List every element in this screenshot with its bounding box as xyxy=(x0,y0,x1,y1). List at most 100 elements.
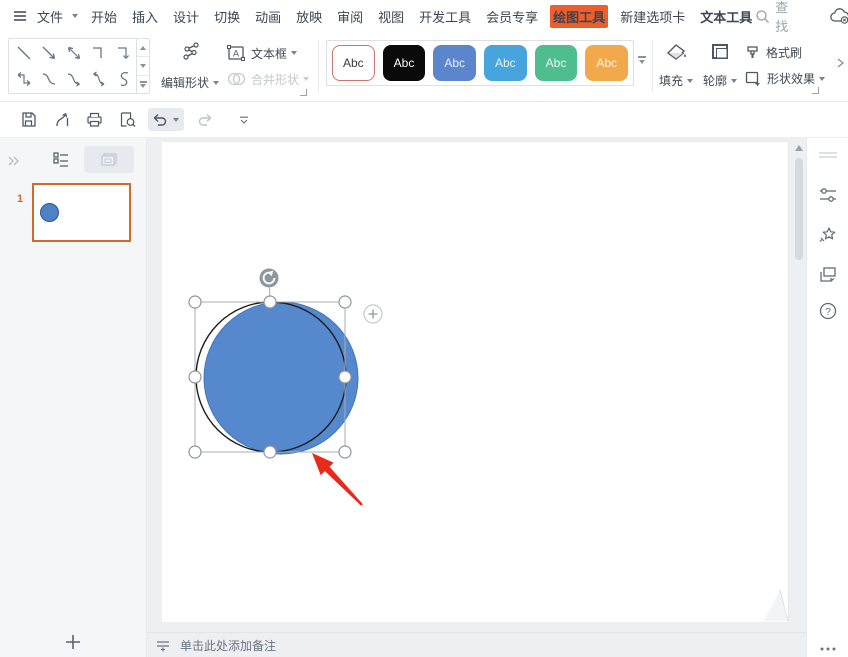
resize-handle-w[interactable] xyxy=(189,371,201,383)
file-menu[interactable]: 文件 xyxy=(34,5,66,28)
customize-toolbar-icon[interactable] xyxy=(232,108,256,132)
divider xyxy=(318,40,319,92)
search-icon xyxy=(755,9,770,24)
resize-handle-ne[interactable] xyxy=(339,296,351,308)
shape-diagonal-double-arrow-icon[interactable] xyxy=(61,40,86,66)
shape-style-preset-3[interactable]: Abc xyxy=(433,45,476,81)
shape-diagonal-line-icon[interactable] xyxy=(11,40,36,66)
add-slide-button[interactable] xyxy=(0,633,146,651)
hamburger-menu-icon[interactable] xyxy=(12,8,28,24)
outline-view-icon[interactable] xyxy=(50,149,72,176)
resize-handle-se[interactable] xyxy=(339,446,351,458)
slide-thumbnails-view-button[interactable] xyxy=(84,146,134,173)
save-icon[interactable] xyxy=(16,108,40,132)
dialog-launcher-icon[interactable] xyxy=(812,87,819,94)
outline-icon xyxy=(708,40,732,64)
shape-freeform-s-curve-icon[interactable] xyxy=(111,66,136,92)
tab-animation[interactable]: 动画 xyxy=(252,5,284,28)
format-painter-label: 格式刷 xyxy=(766,44,802,61)
gallery-scroll-up-icon[interactable] xyxy=(137,39,149,57)
shape-diagonal-arrow-icon[interactable] xyxy=(36,40,61,66)
fill-button[interactable]: 填充 xyxy=(654,40,698,89)
resize-handle-s[interactable] xyxy=(264,446,276,458)
shape-effects-button[interactable]: 形状效果 xyxy=(744,70,825,87)
sidebar-more-icon[interactable] xyxy=(807,646,848,652)
smart-beautify-icon[interactable] xyxy=(818,225,838,250)
export-icon[interactable] xyxy=(49,108,73,132)
slide-thumbnail-1[interactable] xyxy=(32,183,131,242)
search-control[interactable]: 查找 xyxy=(755,0,788,35)
scroll-up-icon[interactable] xyxy=(795,145,803,151)
tab-home[interactable]: 开始 xyxy=(88,5,120,28)
object-properties-icon[interactable] xyxy=(818,185,838,210)
resize-handle-sw[interactable] xyxy=(189,446,201,458)
edit-shape-icon xyxy=(178,40,202,64)
search-label: 查找 xyxy=(775,0,788,35)
text-box-label: 文本框 xyxy=(251,45,287,62)
edit-shape-button[interactable]: 编辑形状 xyxy=(160,40,220,91)
expand-panel-icon[interactable] xyxy=(6,154,22,173)
dialog-launcher-icon[interactable] xyxy=(300,89,307,96)
print-preview-icon[interactable] xyxy=(115,108,139,132)
tab-new-tab[interactable]: 新建选项卡 xyxy=(617,5,688,28)
shape-curved-arrow-icon[interactable] xyxy=(61,66,86,92)
tab-transitions[interactable]: 切换 xyxy=(211,5,243,28)
shape-style-preset-2[interactable]: Abc xyxy=(383,45,426,81)
duplicate-icon[interactable] xyxy=(818,265,838,290)
tab-review[interactable]: 审阅 xyxy=(334,5,366,28)
tab-developer[interactable]: 开发工具 xyxy=(416,5,474,28)
tab-design[interactable]: 设计 xyxy=(170,5,202,28)
resize-handle-nw[interactable] xyxy=(189,296,201,308)
tab-membership[interactable]: 会员专享 xyxy=(483,5,541,28)
tab-slideshow[interactable]: 放映 xyxy=(293,5,325,28)
shape-curved-double-arrow-icon[interactable] xyxy=(86,66,111,92)
tab-drawing-tools[interactable]: 绘图工具 xyxy=(550,5,608,28)
rotate-handle[interactable] xyxy=(260,269,279,288)
chevron-down-icon[interactable] xyxy=(72,14,78,18)
vertical-scrollbar-thumb[interactable] xyxy=(795,158,803,260)
plus-icon xyxy=(64,633,82,651)
presentation-app-window: 文件 开始 插入 设计 切换 动画 放映 审阅 视图 开发工具 会员专享 绘图工… xyxy=(0,0,848,657)
resize-handle-e[interactable] xyxy=(339,371,351,383)
shape-elbow-double-arrow-icon[interactable] xyxy=(11,66,36,92)
ribbon-expand-icon[interactable] xyxy=(834,56,846,75)
undo-icon xyxy=(150,110,169,129)
help-icon[interactable]: ? xyxy=(818,301,838,326)
tab-text-tools[interactable]: 文本工具 xyxy=(697,5,755,28)
resize-handle-n[interactable] xyxy=(264,296,276,308)
ribbon-drawing-tools: 编辑形状 A 文本框 合并形状 Abc Abc Abc Abc Abc Abc … xyxy=(0,32,848,102)
drag-handle-icon[interactable] xyxy=(818,146,838,164)
format-painter-icon xyxy=(744,44,761,61)
thumbnail-circle-shape xyxy=(40,203,59,222)
notes-bar[interactable]: 单击此处添加备注 xyxy=(147,632,806,657)
shape-style-preset-4[interactable]: Abc xyxy=(484,45,527,81)
gallery-scroll-down-icon[interactable] xyxy=(137,57,149,75)
fill-icon xyxy=(663,40,689,64)
shape-style-more-icon[interactable] xyxy=(638,56,646,64)
gallery-expand-icon[interactable] xyxy=(137,76,149,93)
tab-view[interactable]: 视图 xyxy=(375,5,407,28)
shape-style-preset-1[interactable]: Abc xyxy=(332,45,375,81)
blue-circle-shape[interactable] xyxy=(204,302,358,454)
edit-shape-label: 编辑形状 xyxy=(161,74,209,91)
undo-button[interactable] xyxy=(148,108,184,131)
add-notes-icon xyxy=(155,638,172,652)
shape-curved-connector-icon[interactable] xyxy=(36,66,61,92)
shape-elbow-arrow-icon[interactable] xyxy=(111,40,136,66)
shape-effects-icon xyxy=(744,70,762,87)
shape-style-preset-5[interactable]: Abc xyxy=(535,45,578,81)
redo-icon[interactable] xyxy=(193,108,217,132)
format-painter-button[interactable]: 格式刷 xyxy=(744,44,802,61)
text-box-button[interactable]: A 文本框 xyxy=(226,44,297,62)
svg-text:A: A xyxy=(233,49,239,59)
outline-button[interactable]: 轮廓 xyxy=(698,40,742,89)
print-icon[interactable] xyxy=(82,108,106,132)
shape-style-preset-6[interactable]: Abc xyxy=(585,45,628,81)
slide-canvas[interactable]: 单击此处添加备注 xyxy=(147,138,806,657)
shape-elbow-connector-icon[interactable] xyxy=(86,40,111,66)
tab-insert[interactable]: 插入 xyxy=(129,5,161,28)
shape-style-gallery: Abc Abc Abc Abc Abc Abc xyxy=(326,40,634,86)
undo-dropdown-icon[interactable] xyxy=(173,118,179,122)
cloud-sync-icon[interactable] xyxy=(829,7,848,25)
quick-add-button[interactable] xyxy=(364,305,382,323)
